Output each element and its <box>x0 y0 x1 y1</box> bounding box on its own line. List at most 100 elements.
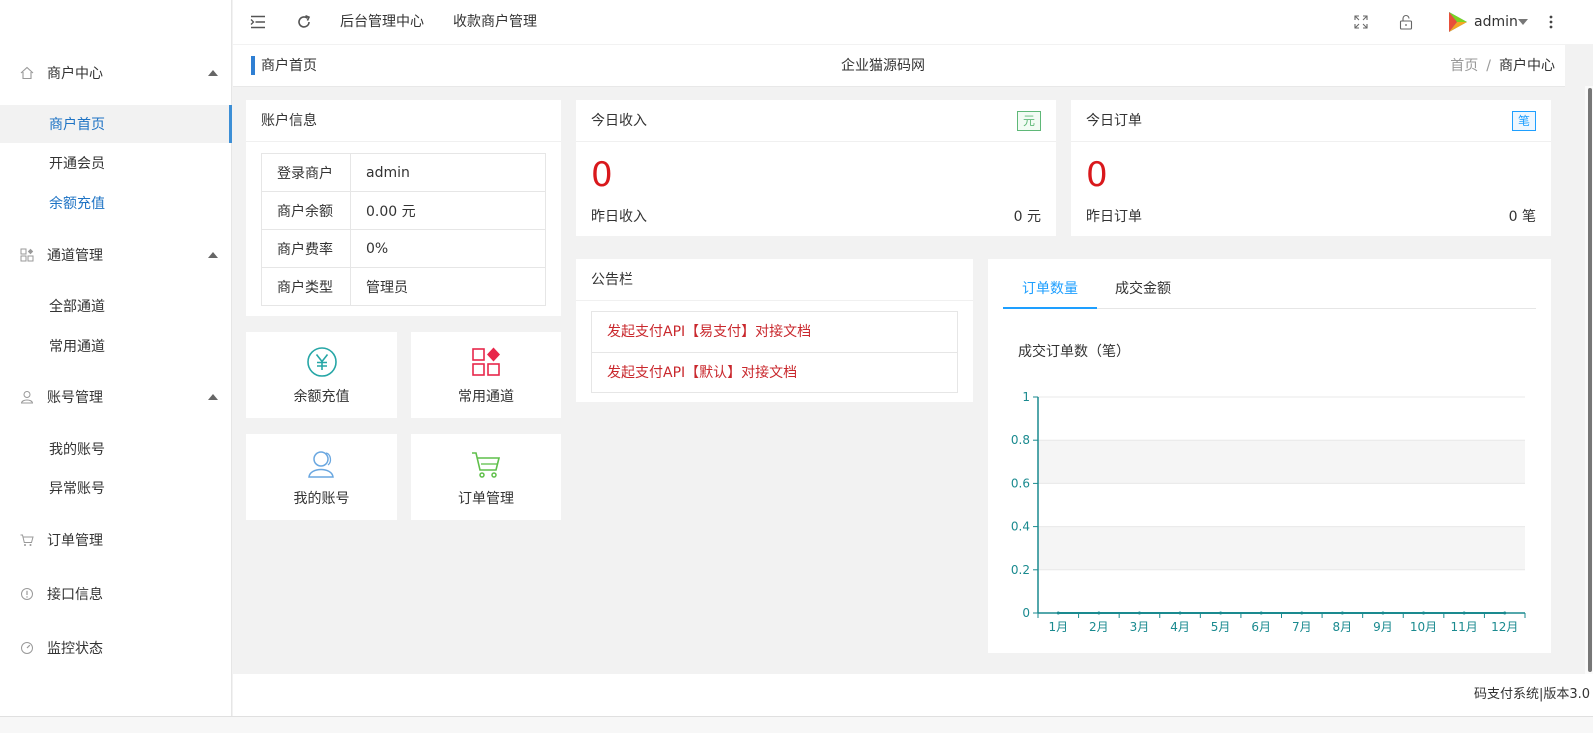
unit-badge: 笔 <box>1511 111 1536 131</box>
chart-x-tick-label: 12月 <box>1491 620 1518 634</box>
table-cell-key: 商户余额 <box>261 191 351 230</box>
card-title: 公告栏 <box>576 259 973 301</box>
yesterday-orders-label: 昨日订单 <box>1086 209 1142 225</box>
sidebar: 商户中心 商户首页 开通会员 余额充值 通道管理 全部通道 常用通道 账号管理 … <box>0 0 232 733</box>
table-cell-key: 商户类型 <box>261 267 351 306</box>
scrollbar-thumb[interactable] <box>1588 88 1592 672</box>
sidebar-item-open-membership[interactable]: 开通会员 <box>0 144 232 182</box>
nav-admin-center[interactable]: 后台管理中心 <box>340 0 424 44</box>
chart-data-point <box>1137 611 1141 615</box>
chart-x-tick-label: 4月 <box>1170 620 1190 634</box>
sidebar-group-merchant-center[interactable]: 商户中心 <box>0 53 232 93</box>
chevron-up-icon <box>208 70 218 76</box>
table-row: 登录商户 admin <box>261 153 546 192</box>
chart-data-point <box>1340 611 1344 615</box>
user-name[interactable]: admin <box>1474 0 1518 44</box>
table-row: 商户类型 管理员 <box>261 267 546 306</box>
order-count-chart: 00.20.40.60.811月 2月 3月 4月 5月 6月 7月 8月 9月 10月 11月 12… <box>1011 390 1526 634</box>
tile-balance-recharge[interactable]: 余额充值 <box>246 332 397 418</box>
chart-x-tick-label: 8月 <box>1333 620 1353 634</box>
notice-link[interactable]: 发起支付API【易支付】对接文档 <box>592 312 957 352</box>
refresh-icon[interactable] <box>293 0 315 44</box>
lock-icon[interactable] <box>1397 0 1415 44</box>
footer-version-text: 码支付系统|版本3.0 <box>1473 687 1590 702</box>
today-orders-card: 今日订单 笔 0 昨日订单 0 笔 <box>1071 100 1551 236</box>
sidebar-group-order-management[interactable]: 订单管理 <box>0 520 232 560</box>
chart-data-point <box>1462 611 1466 615</box>
notice-board-card: 公告栏 发起支付API【易支付】对接文档 发起支付API【默认】对接文档 <box>576 259 973 402</box>
fullscreen-icon[interactable] <box>1352 0 1370 44</box>
sidebar-item-common-channels[interactable]: 常用通道 <box>0 327 232 365</box>
chart-x-tick-label: 2月 <box>1089 620 1109 634</box>
chart-x-tick-label: 5月 <box>1211 620 1231 634</box>
gauge-icon <box>20 641 34 655</box>
today-orders-value: 0 <box>1086 155 1108 195</box>
chart-data-point <box>1259 611 1263 615</box>
sidebar-item-balance-recharge[interactable]: 余额充值 <box>0 184 232 222</box>
chart-y-tick-label: 0.6 <box>1011 476 1030 490</box>
chart-x-tick-label: 9月 <box>1373 620 1393 634</box>
table-cell-value: admin <box>350 153 546 192</box>
table-row: 商户费率 0% <box>261 229 546 268</box>
yen-circle-icon <box>246 346 397 378</box>
tile-label: 订单管理 <box>458 491 514 507</box>
chart-data-point <box>1097 611 1101 615</box>
menu-collapse-icon[interactable] <box>247 0 269 44</box>
sidebar-group-label: 监控状态 <box>47 641 103 657</box>
sidebar-group-label: 商户中心 <box>47 66 103 82</box>
chart-x-tick-label: 6月 <box>1251 620 1271 634</box>
chart-x-tick-label: 3月 <box>1130 620 1150 634</box>
unit-badge: 元 <box>1016 111 1041 131</box>
sidebar-group-channel-management[interactable]: 通道管理 <box>0 235 232 275</box>
nav-merchant-management[interactable]: 收款商户管理 <box>453 0 537 44</box>
chart-data-point <box>1422 611 1426 615</box>
notice-link[interactable]: 发起支付API【默认】对接文档 <box>592 352 957 392</box>
tile-common-channels[interactable]: 常用通道 <box>411 332 561 418</box>
yesterday-income-value: 0 元 <box>1013 209 1041 225</box>
tile-label: 常用通道 <box>458 389 514 405</box>
tile-label: 我的账号 <box>293 491 350 507</box>
chart-x-tick-label: 1月 <box>1048 620 1068 634</box>
notice-list: 发起支付API【易支付】对接文档 发起支付API【默认】对接文档 <box>591 311 958 393</box>
chart-y-tick-label: 1 <box>1022 390 1030 404</box>
card-title: 今日订单 笔 <box>1071 100 1551 142</box>
chart-x-tick-label: 10月 <box>1410 620 1437 634</box>
top-header: 后台管理中心 收款商户管理 admin <box>233 0 1593 44</box>
chevron-up-icon <box>208 394 218 400</box>
chevron-down-icon[interactable] <box>1518 19 1528 25</box>
info-icon <box>20 587 34 601</box>
table-cell-key: 登录商户 <box>261 153 351 192</box>
table-cell-key: 商户费率 <box>261 229 351 268</box>
chart-data-point <box>1503 611 1507 615</box>
chart-y-tick-label: 0 <box>1022 606 1030 620</box>
sidebar-item-merchant-home[interactable]: 商户首页 <box>0 105 232 143</box>
table-cell-value: 0% <box>350 229 546 268</box>
avatar[interactable] <box>1445 10 1469 34</box>
sidebar-group-label: 订单管理 <box>47 533 103 549</box>
yesterday-orders-value: 0 笔 <box>1508 209 1536 225</box>
user-icon <box>246 448 397 480</box>
card-title: 今日收入 元 <box>576 100 1056 142</box>
sidebar-group-interface-info[interactable]: 接口信息 <box>0 574 232 614</box>
chart-x-tick-label: 11月 <box>1450 620 1477 634</box>
footer: 码支付系统|版本3.0 <box>233 674 1593 716</box>
sidebar-group-label: 接口信息 <box>47 587 103 603</box>
card-title-text: 今日订单 <box>1086 113 1142 129</box>
breadcrumb-bar: 商户首页 企业猫源码网 首页 / 商户中心 <box>233 45 1565 87</box>
breadcrumb-home-link[interactable]: 首页 <box>1450 58 1478 74</box>
chevron-up-icon <box>208 252 218 258</box>
sidebar-item-my-account[interactable]: 我的账号 <box>0 430 232 468</box>
sidebar-item-all-channels[interactable]: 全部通道 <box>0 287 232 325</box>
sidebar-group-account-management[interactable]: 账号管理 <box>0 377 232 417</box>
sidebar-group-monitor-status[interactable]: 监控状态 <box>0 628 232 668</box>
tile-order-management[interactable]: 订单管理 <box>411 434 561 520</box>
chart-y-tick-label: 0.2 <box>1011 563 1030 577</box>
more-vertical-icon[interactable] <box>1544 0 1558 44</box>
sidebar-item-abnormal-account[interactable]: 异常账号 <box>0 469 232 507</box>
chart-data-point <box>1178 611 1182 615</box>
bottom-edge <box>0 716 1593 733</box>
tile-my-account[interactable]: 我的账号 <box>246 434 397 520</box>
cart-icon <box>411 448 561 480</box>
yesterday-income-label: 昨日收入 <box>591 209 647 225</box>
home-icon <box>20 66 34 80</box>
